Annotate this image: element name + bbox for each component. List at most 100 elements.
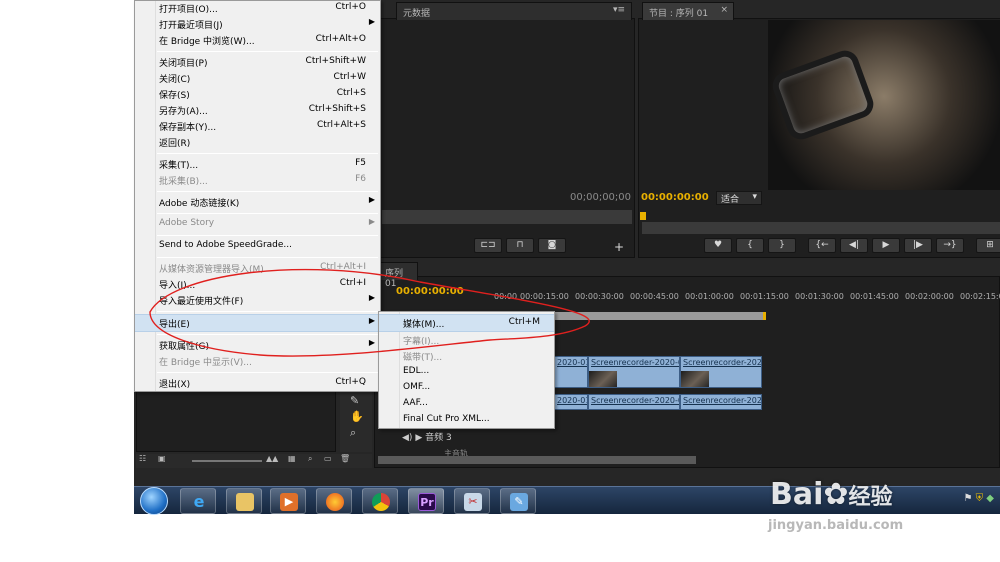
menu-item-export-aaf[interactable]: AAF... (379, 396, 554, 412)
menu-item-close[interactable]: 关闭(C) Ctrl+W (135, 70, 380, 86)
go-to-in-button[interactable]: {← (808, 238, 836, 253)
zoom-tool-icon[interactable]: ⌕ (350, 426, 356, 440)
search-icon[interactable]: ⌕ (308, 454, 312, 464)
windows-taskbar: e ▶ Pr ✂ ✎ Bai✿经验 ⚑ ⛨ ◆ (134, 477, 1000, 515)
source-timecode: 00;00;00;00 (570, 192, 632, 203)
ruler-tick: 00:01:45:00 (850, 292, 899, 301)
audio-track-header[interactable]: ◀) ▶ 音频 3 (402, 430, 452, 443)
menu-item-reveal-bridge: 在 Bridge 中显示(V)... (159, 358, 252, 368)
tray-network-icon[interactable]: ◆ (986, 493, 994, 504)
tab-program[interactable]: 节目 : 序列 01 × (642, 2, 734, 20)
menu-item-export-fcp-xml[interactable]: Final Cut Pro XML... (379, 412, 554, 428)
step-back-button[interactable]: ◀| (840, 238, 868, 253)
audio-clip-2[interactable]: Screenrecorder-2020-01 (588, 394, 680, 410)
step-forward-button[interactable]: |▶ (904, 238, 932, 253)
program-timecode[interactable]: 00:00:00:00 (641, 192, 709, 203)
menu-item-get-properties[interactable]: 获取属性(G) ▶ (135, 337, 380, 353)
video-clip-1[interactable]: 2020-01 (554, 356, 588, 388)
mark-out-button[interactable]: } (768, 238, 796, 253)
folder-icon (236, 493, 254, 511)
menu-item-export-omf[interactable]: OMF... (379, 380, 554, 396)
menu-item-import-recent[interactable]: 导入最近使用文件(F) ▶ (135, 292, 380, 308)
panel-menu-icon[interactable]: ▾≡ (613, 5, 625, 15)
clip-label: Screenrecorder-2020- (683, 396, 762, 405)
menu-item-import[interactable]: 导入(I)... Ctrl+I (135, 276, 380, 292)
speaker-icon[interactable]: ◀) (402, 433, 412, 443)
go-to-out-button[interactable]: →} (936, 238, 964, 253)
menu-item-export[interactable]: 导出(E) ▶ (135, 314, 380, 332)
tab-sequence[interactable]: 序列 01 (378, 262, 418, 289)
menu-item-save-as[interactable]: 另存为(A)... Ctrl+Shift+S (135, 102, 380, 118)
tray-shield-icon[interactable]: ⛨ (976, 493, 984, 504)
taskbar-media[interactable]: ▶ (270, 488, 306, 514)
submenu-arrow-icon: ▶ (368, 217, 375, 226)
export-frame-button[interactable]: ◙ (538, 238, 566, 253)
internet-explorer-icon: e (193, 492, 205, 511)
menu-item-save[interactable]: 保存(S) Ctrl+S (135, 86, 380, 102)
close-icon[interactable]: × (720, 5, 728, 15)
taskbar-chrome[interactable] (362, 488, 398, 514)
start-button-icon[interactable] (140, 487, 168, 515)
expand-track-icon[interactable]: ▶ (415, 433, 422, 443)
menu-item-capture[interactable]: 采集(T)... F5 (135, 156, 380, 172)
tray-icons: ⚑ ⛨ ◆ (963, 493, 994, 504)
paw-icon: ✿ (823, 477, 849, 512)
menu-separator (157, 51, 378, 52)
taskbar-explorer[interactable] (226, 488, 262, 514)
zoom-slider[interactable] (192, 460, 262, 462)
trash-icon[interactable]: 🗑 (340, 454, 350, 463)
bin-icon[interactable]: ▦ (288, 454, 296, 463)
ruler-tick: 00:00 (494, 292, 518, 301)
timeline-ruler[interactable]: 00:00 00:00:15:00 00:00:30:00 00:00:45:0… (494, 290, 1000, 320)
taskbar-paint[interactable]: ✎ (500, 488, 536, 514)
icon-view-icon[interactable]: ▣ (158, 454, 166, 463)
submenu-arrow-icon: ▶ (368, 293, 375, 302)
hand-tool-icon[interactable]: ✋ (350, 410, 364, 423)
menu-item-dynamic-link[interactable]: Adobe 动态链接(K) ▶ (135, 194, 380, 210)
tool-app-icon: ✂ (464, 493, 482, 511)
list-view-icon[interactable]: ☷ (139, 454, 146, 463)
menu-item-open-recent[interactable]: 打开最近项目(J) ▶ (135, 16, 380, 32)
menu-item-open-project[interactable]: 打开项目(O)... Ctrl+O (135, 0, 380, 16)
pen-tool-icon[interactable]: ✎ (350, 394, 359, 407)
program-scrub-bar[interactable] (642, 222, 1000, 234)
menu-item-revert[interactable]: 返回(R) (135, 134, 380, 150)
tab-metadata[interactable]: 元数据 ▾≡ (396, 2, 632, 20)
menu-item-export-media[interactable]: 媒体(M)... Ctrl+M (379, 314, 554, 332)
menu-item-export-titles: 字幕(I)... (403, 337, 440, 347)
menu-item-save-copy[interactable]: 保存副本(Y)... Ctrl+Alt+S (135, 118, 380, 134)
add-button-icon[interactable]: + (614, 240, 624, 254)
tray-flag-icon[interactable]: ⚑ (963, 493, 972, 504)
mark-in-button[interactable]: { (736, 238, 764, 253)
clip-label: 2020-01 (557, 396, 588, 405)
timeline-scrollbar[interactable] (378, 456, 696, 464)
source-scrub-bar[interactable] (382, 210, 632, 224)
taskbar-premiere[interactable]: Pr (408, 488, 444, 514)
overlay-button[interactable]: ⊓ (506, 238, 534, 253)
lift-button[interactable]: ⊞ (976, 238, 1000, 253)
audio-clip-1[interactable]: 2020-01 (554, 394, 588, 410)
video-clip-2[interactable]: Screenrecorder-2020-01 (588, 356, 680, 388)
video-clip-3[interactable]: Screenrecorder-2020- (680, 356, 762, 388)
menu-item-browse-bridge[interactable]: 在 Bridge 中浏览(W)... Ctrl+Alt+O (135, 32, 380, 48)
folder-icon[interactable]: ▭ (324, 454, 332, 463)
insert-button[interactable]: ⊏⊐ (474, 238, 502, 253)
menu-item-exit[interactable]: 退出(X) Ctrl+Q (135, 375, 380, 391)
play-button[interactable]: ▶ (872, 238, 900, 253)
program-playhead-icon[interactable] (640, 212, 646, 220)
taskbar-firefox[interactable] (316, 488, 352, 514)
taskbar-app7[interactable]: ✂ (454, 488, 490, 514)
taskbar-ie[interactable]: e (180, 488, 216, 514)
menu-item-speedgrade[interactable]: Send to Adobe SpeedGrade... (135, 238, 380, 254)
add-marker-button[interactable]: ♥ (704, 238, 732, 253)
fit-dropdown[interactable]: 适合 ▾ (716, 191, 762, 205)
automate-icon[interactable]: ▲▲ (266, 454, 278, 463)
menu-item-export-edl[interactable]: EDL... (379, 364, 554, 380)
metadata-tab-label: 元数据 (403, 9, 431, 19)
menu-item-close-project[interactable]: 关闭项目(P) Ctrl+Shift+W (135, 54, 380, 70)
audio-track-label: 音频 3 (425, 433, 452, 443)
sequence-timecode[interactable]: 00:00:00:00 (396, 286, 464, 297)
audio-clip-3[interactable]: Screenrecorder-2020- (680, 394, 762, 410)
program-video-frame (768, 20, 1000, 190)
premiere-icon: Pr (418, 493, 436, 511)
